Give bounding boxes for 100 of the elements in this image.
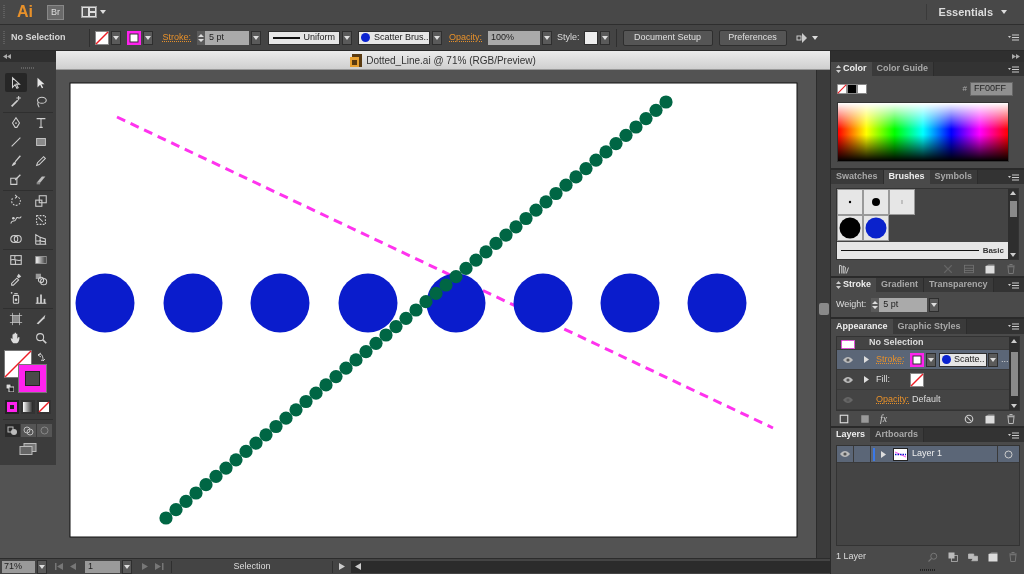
none-swatch[interactable] xyxy=(837,84,847,94)
spinner-icon[interactable] xyxy=(197,30,206,45)
new-layer-icon[interactable] xyxy=(987,551,999,563)
panel-tab[interactable]: Swatches xyxy=(831,170,884,184)
scroll-thumb[interactable] xyxy=(1010,351,1018,396)
panel-tab[interactable]: Artboards xyxy=(870,428,925,442)
expand-triangle-icon[interactable] xyxy=(880,450,886,458)
vertical-scrollbar[interactable] xyxy=(1009,337,1019,410)
draw-normal-icon[interactable] xyxy=(5,424,20,437)
panel-menu-icon[interactable] xyxy=(1008,65,1019,73)
target-icon[interactable] xyxy=(1004,449,1013,459)
style-swatch[interactable] xyxy=(583,30,598,45)
collapse-icon[interactable] xyxy=(3,54,11,59)
panel-tab[interactable]: Layers xyxy=(831,428,871,442)
brush-swatch[interactable] xyxy=(863,189,889,215)
fill-swatch[interactable] xyxy=(94,30,109,45)
tool-button[interactable] xyxy=(4,73,27,92)
panel-tab[interactable]: Graphic Styles xyxy=(892,319,967,334)
color-mode-icon[interactable] xyxy=(5,400,19,414)
opacity-link[interactable]: Opacity: xyxy=(876,392,909,407)
artboard-field[interactable]: 1 xyxy=(85,560,120,573)
draw-behind-icon[interactable] xyxy=(21,424,36,437)
fill-stroke-control[interactable] xyxy=(4,350,47,393)
zoom-field[interactable]: 71% xyxy=(2,560,35,573)
panel-menu-icon[interactable] xyxy=(1008,323,1019,330)
clipping-mask-icon[interactable] xyxy=(947,551,959,563)
toolbar-button[interactable]: Preferences xyxy=(718,29,787,46)
panel-tab[interactable]: Symbols xyxy=(929,170,979,184)
workspace-switcher[interactable]: Essentials xyxy=(938,3,1007,21)
brush-swatch[interactable] xyxy=(863,215,889,241)
clear-icon[interactable] xyxy=(963,413,975,425)
vertical-scrollbar[interactable] xyxy=(816,70,830,558)
dropdown-button[interactable] xyxy=(110,30,121,45)
opacity-link[interactable]: Opacity: xyxy=(449,30,483,45)
dropdown-button[interactable] xyxy=(432,30,443,45)
brush-library-icon[interactable] xyxy=(838,263,850,275)
appearance-row[interactable]: Stroke: Scatte.. ... xyxy=(837,350,1009,370)
swap-arrows-icon[interactable] xyxy=(37,352,46,361)
brush-dropdown[interactable]: Scatter Brus.. xyxy=(358,30,431,45)
appearance-row[interactable]: Fill: xyxy=(837,370,1009,390)
play-icon[interactable] xyxy=(339,563,345,570)
panel-tab[interactable]: Color Guide xyxy=(871,62,934,76)
stroke-swatch[interactable] xyxy=(910,352,924,367)
brush-dropdown[interactable]: Scatte.. xyxy=(939,352,987,367)
eye-icon[interactable] xyxy=(842,375,854,384)
new-sublayer-icon[interactable] xyxy=(967,551,979,563)
color-spectrum[interactable] xyxy=(837,102,1009,162)
scroll-left-icon[interactable] xyxy=(355,563,361,570)
dropdown-button[interactable] xyxy=(542,30,553,45)
layout-button[interactable] xyxy=(81,6,106,18)
scroll-thumb[interactable] xyxy=(1009,201,1017,217)
color-swatch[interactable] xyxy=(847,84,857,94)
weight-field[interactable]: 5 pt xyxy=(879,297,928,312)
dropdown-button[interactable] xyxy=(142,30,153,45)
spinner-icon[interactable] xyxy=(871,297,880,312)
default-colors-icon[interactable] xyxy=(6,384,14,392)
eye-icon[interactable] xyxy=(842,355,854,364)
panel-tab[interactable]: Stroke xyxy=(831,278,876,292)
panel-menu-icon[interactable] xyxy=(1008,34,1019,41)
panel-menu-icon[interactable] xyxy=(1008,281,1019,289)
stroke-swatch[interactable] xyxy=(126,30,141,45)
scroll-up-icon[interactable] xyxy=(1010,191,1016,195)
color-swatch[interactable] xyxy=(857,84,867,94)
dropdown-button[interactable] xyxy=(929,297,940,312)
panel-tab[interactable]: Transparency xyxy=(924,278,994,292)
gradient-mode-icon[interactable] xyxy=(21,400,35,414)
stroke-link[interactable]: Stroke: xyxy=(162,30,192,45)
scroll-up-icon[interactable] xyxy=(1011,339,1017,343)
panel-menu-icon[interactable] xyxy=(1008,431,1019,439)
dropdown-button[interactable] xyxy=(926,352,936,367)
dropdown-button[interactable] xyxy=(988,352,998,367)
fill-swatch[interactable] xyxy=(910,372,924,387)
trash-icon[interactable] xyxy=(1005,413,1017,425)
scroll-thumb[interactable] xyxy=(818,303,829,315)
screen-mode-icon[interactable] xyxy=(19,443,37,455)
profile-dropdown[interactable]: Uniform xyxy=(268,30,341,45)
dropdown-button[interactable] xyxy=(37,559,47,574)
panel-tab[interactable]: Appearance xyxy=(831,319,893,334)
brush-swatch[interactable] xyxy=(889,189,915,215)
scroll-down-icon[interactable] xyxy=(1011,404,1017,408)
dropdown-button[interactable] xyxy=(122,559,132,574)
dropdown-button[interactable] xyxy=(599,30,610,45)
opacity-field[interactable]: 100% xyxy=(488,30,541,45)
new-stroke-icon[interactable] xyxy=(838,413,850,425)
panel-menu-icon[interactable] xyxy=(1008,173,1019,181)
toolbar-button[interactable]: Document Setup xyxy=(622,29,713,46)
horizontal-scrollbar[interactable] xyxy=(351,560,830,573)
scroll-down-icon[interactable] xyxy=(1010,253,1016,257)
stroke-weight-field[interactable]: 5 pt xyxy=(205,30,250,45)
panel-tab[interactable]: Color xyxy=(831,62,872,76)
panel-tab[interactable]: Gradient xyxy=(876,278,925,292)
hex-field[interactable]: FF00FF xyxy=(970,82,1013,96)
basic-brush-row[interactable]: Basic xyxy=(837,242,1008,259)
align-menu-button[interactable] xyxy=(795,32,818,43)
expand-triangle-icon[interactable] xyxy=(863,376,869,383)
layer-row[interactable]: Layer 1 xyxy=(837,446,1019,463)
collapse-icon[interactable] xyxy=(1012,54,1020,59)
new-fill-icon[interactable] xyxy=(859,413,871,425)
effects-button[interactable]: fx xyxy=(880,414,888,424)
expand-triangle-icon[interactable] xyxy=(863,356,869,363)
